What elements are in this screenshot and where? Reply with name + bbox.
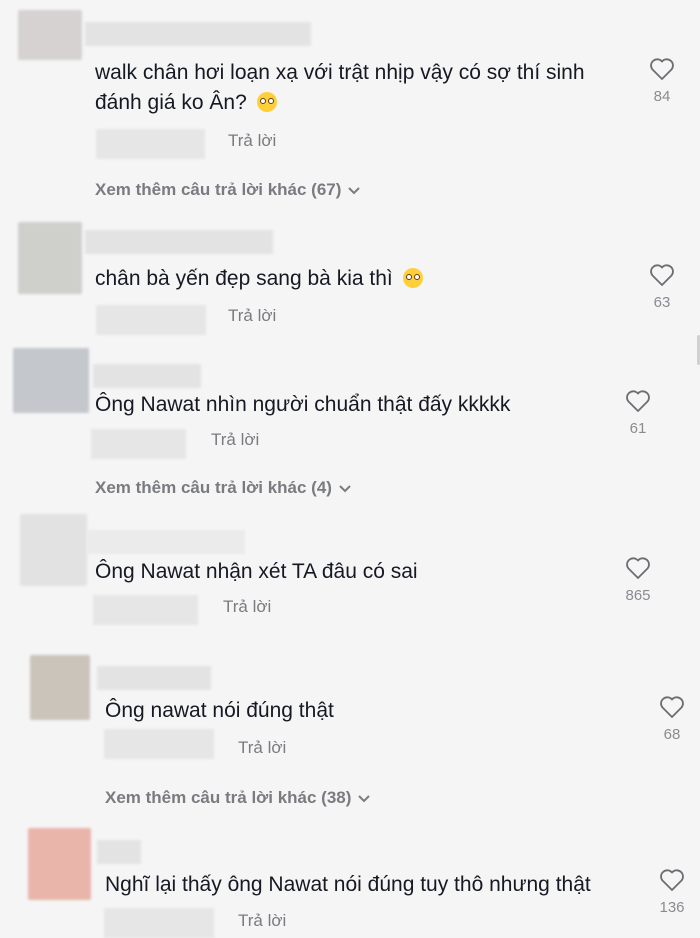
date-blurred <box>96 129 205 159</box>
chevron-down-icon <box>358 794 371 802</box>
like-count: 84 <box>653 88 671 105</box>
username-blurred[interactable] <box>85 22 311 46</box>
comment-text: walk chân hơi loạn xạ với trật nhịp vậy … <box>95 58 635 118</box>
view-more-replies-label: Xem thêm câu trả lời khác (38) <box>105 788 352 807</box>
like-count: 61 <box>629 420 647 437</box>
comment-text: Ông Nawat nhận xét TA đâu có sai <box>95 557 418 587</box>
comment-text-content: Ông Nawat nhìn người chuẩn thật đấy kkkk… <box>95 393 511 416</box>
heart-outline-icon <box>626 557 650 579</box>
comment-text-content: walk chân hơi loạn xạ với trật nhịp vậy … <box>95 61 585 114</box>
like-button[interactable]: 68 <box>647 695 697 743</box>
avatar[interactable] <box>28 828 91 900</box>
comment-text-content: Nghĩ lại thấy ông Nawat nói đúng tuy thô… <box>105 873 591 896</box>
comment-text: Ông Nawat nhìn người chuẩn thật đấy kkkk… <box>95 390 510 420</box>
comment-text: Ông nawat nói đúng thật <box>105 696 334 726</box>
reply-button[interactable]: Trả lời <box>238 911 286 931</box>
view-more-replies-label: Xem thêm câu trả lời khác (67) <box>95 180 342 199</box>
view-more-replies-button[interactable]: Xem thêm câu trả lời khác (4) <box>95 478 352 498</box>
avatar[interactable] <box>13 348 89 413</box>
date-blurred <box>96 305 206 335</box>
like-button[interactable]: 84 <box>637 57 687 105</box>
like-count: 865 <box>625 587 651 604</box>
avatar[interactable] <box>18 10 82 60</box>
heart-outline-icon <box>650 264 674 286</box>
date-blurred <box>104 908 214 938</box>
like-button[interactable]: 136 <box>647 868 697 916</box>
reply-button[interactable]: Trả lời <box>238 738 286 758</box>
heart-outline-icon <box>660 696 684 718</box>
like-count: 63 <box>653 294 671 311</box>
like-count: 68 <box>663 726 681 743</box>
reply-button[interactable]: Trả lời <box>228 131 276 151</box>
comment-text-content: Ông nawat nói đúng thật <box>105 699 334 722</box>
username-blurred[interactable] <box>85 230 273 254</box>
avatar[interactable] <box>30 655 90 720</box>
date-blurred <box>104 729 214 759</box>
username-blurred[interactable] <box>97 840 141 864</box>
like-count: 136 <box>659 899 685 916</box>
chevron-down-icon <box>339 484 351 492</box>
reply-button[interactable]: Trả lời <box>223 597 271 617</box>
date-blurred <box>93 595 198 625</box>
heart-outline-icon <box>626 390 650 412</box>
like-button[interactable]: 63 <box>637 263 687 311</box>
view-more-replies-label: Xem thêm câu trả lời khác (4) <box>95 478 332 497</box>
chevron-down-icon <box>348 186 361 194</box>
view-more-replies-button[interactable]: Xem thêm câu trả lời khác (38) <box>105 788 371 808</box>
date-blurred <box>91 429 186 459</box>
flushed-face-icon <box>256 92 277 112</box>
heart-outline-icon <box>660 869 684 891</box>
view-more-replies-button[interactable]: Xem thêm câu trả lời khác (67) <box>95 180 361 200</box>
comment-text: Nghĩ lại thấy ông Nawat nói đúng tuy thô… <box>105 870 591 900</box>
reply-button[interactable]: Trả lời <box>211 430 259 450</box>
username-blurred[interactable] <box>87 530 245 554</box>
like-button[interactable]: 61 <box>613 389 663 437</box>
comment-text-content: Ông Nawat nhận xét TA đâu có sai <box>95 560 418 583</box>
pleading-face-icon <box>402 268 423 288</box>
comment-text-content: chân bà yến đẹp sang bà kia thì <box>95 267 393 290</box>
username-blurred[interactable] <box>93 364 201 388</box>
heart-outline-icon <box>650 58 674 80</box>
reply-button[interactable]: Trả lời <box>228 306 276 326</box>
avatar[interactable] <box>18 222 82 294</box>
like-button[interactable]: 865 <box>613 556 663 604</box>
username-blurred[interactable] <box>97 666 211 690</box>
avatar[interactable] <box>20 514 87 586</box>
comment-text: chân bà yến đẹp sang bà kia thì <box>95 264 423 294</box>
